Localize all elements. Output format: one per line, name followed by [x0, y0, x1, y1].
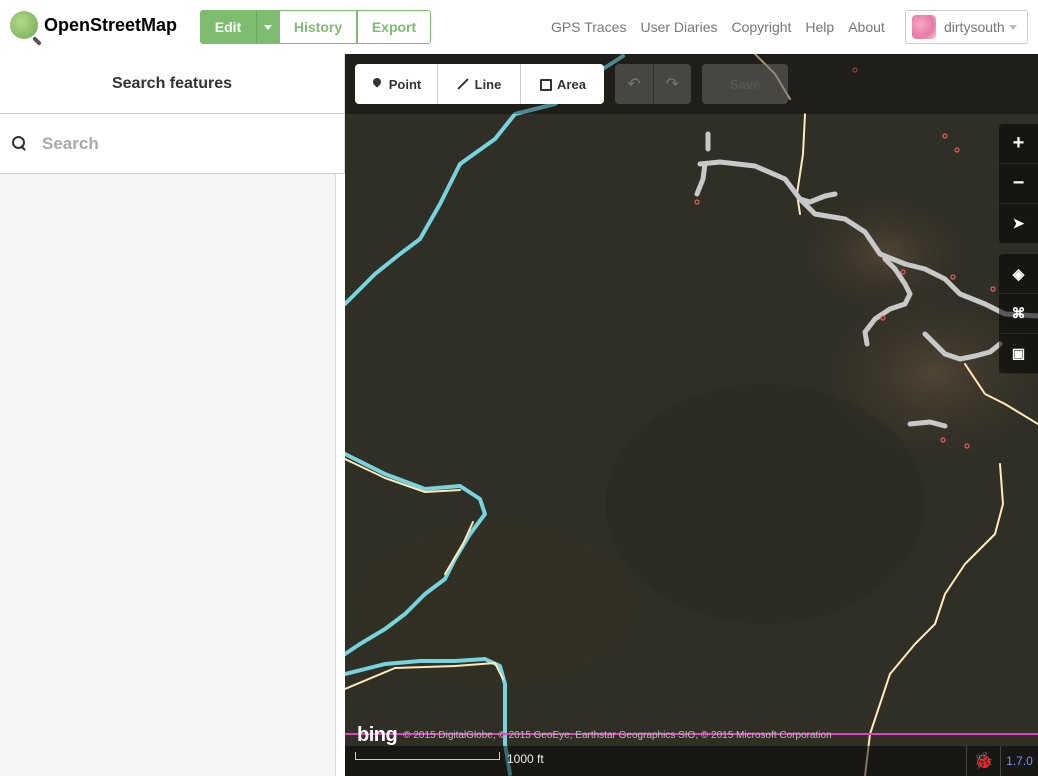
layers-icon: ◈	[1012, 265, 1025, 283]
bug-icon: 🐞	[973, 753, 994, 770]
add-area-button[interactable]: Area	[521, 64, 604, 104]
redo-button[interactable]: ↷	[653, 64, 691, 104]
nav-about[interactable]: About	[848, 19, 885, 35]
map-pin-icon	[371, 78, 383, 90]
secondary-nav: GPS Traces User Diaries Copyright Help A…	[551, 19, 899, 35]
line-icon	[457, 78, 469, 90]
bing-logo[interactable]: bing	[357, 724, 398, 747]
logo-text: OpenStreetMap	[44, 14, 178, 35]
location-arrow-icon: ➤	[1012, 215, 1025, 231]
book-icon: ▣	[1011, 345, 1026, 361]
search-icon	[12, 135, 28, 152]
sidebar-scrollbar[interactable]	[335, 174, 345, 776]
add-line-label: Line	[474, 76, 502, 92]
add-line-button[interactable]: Line	[438, 64, 521, 104]
scale-bar	[355, 752, 500, 760]
editor-toolbar: Point Line Area ↶ ↷ Save	[345, 54, 1038, 114]
user-menu[interactable]: dirtysouth	[905, 10, 1028, 44]
scale-label: 1000 ft	[507, 752, 544, 766]
edit-button[interactable]: Edit	[200, 10, 256, 44]
background-settings-button[interactable]: ◈	[999, 254, 1038, 294]
add-feature-modes: Point Line Area	[355, 64, 604, 104]
zoom-out-button[interactable]: −	[999, 164, 1038, 204]
report-bug-button[interactable]: 🐞	[966, 746, 1000, 776]
edit-button-group: Edit History Export	[200, 10, 431, 44]
username: dirtysouth	[944, 19, 1005, 35]
history-button[interactable]: History	[280, 10, 357, 44]
undo-icon: ↶	[627, 76, 641, 93]
help-button[interactable]: ▣	[999, 334, 1038, 374]
nav-user-diaries[interactable]: User Diaries	[640, 19, 717, 35]
logo-link[interactable]: OpenStreetMap	[10, 11, 177, 39]
add-point-label: Point	[388, 76, 422, 92]
search-input[interactable]	[42, 133, 322, 154]
map-controls: + − ➤ ◈ ⌘ ▣	[999, 124, 1038, 374]
save-button[interactable]: Save	[702, 64, 788, 104]
map-footer: 1000 ft 🐞 1.7.0	[345, 746, 1038, 776]
geolocate-button[interactable]: ➤	[999, 204, 1038, 244]
chevron-down-icon	[1009, 24, 1017, 30]
map-canvas[interactable]: Point Line Area ↶ ↷ Save + − ➤ ◈ ⌘ ▣ bin…	[345, 54, 1038, 776]
zoom-in-button[interactable]: +	[999, 124, 1038, 164]
avatar	[912, 15, 936, 39]
export-button[interactable]: Export	[357, 10, 431, 44]
undo-button[interactable]: ↶	[615, 64, 653, 104]
undo-redo-group: ↶ ↷	[615, 64, 691, 104]
data-icon: ⌘	[1011, 305, 1026, 321]
sidebar-title: Search features	[0, 54, 344, 114]
search-bar	[0, 114, 344, 174]
area-icon	[539, 78, 553, 91]
imagery-attribution: bing © 2015 DigitalGlobe, © 2015 GeoEye,…	[345, 724, 1038, 746]
nav-help[interactable]: Help	[805, 19, 834, 35]
add-area-label: Area	[557, 76, 586, 92]
minus-icon: −	[1012, 172, 1025, 194]
map-data-button[interactable]: ⌘	[999, 294, 1038, 334]
version-link[interactable]: 1.7.0	[1000, 746, 1038, 776]
osm-logo-icon	[10, 11, 38, 39]
sidebar: Search features	[0, 54, 345, 776]
edit-dropdown-button[interactable]	[256, 10, 280, 44]
redo-icon: ↷	[665, 76, 680, 93]
add-point-button[interactable]: Point	[355, 64, 438, 104]
plus-icon: +	[1012, 132, 1025, 154]
attribution-text: © 2015 DigitalGlobe, © 2015 GeoEye, Eart…	[403, 729, 832, 741]
nav-gps-traces[interactable]: GPS Traces	[551, 19, 626, 35]
satellite-imagery	[345, 54, 1038, 776]
nav-copyright[interactable]: Copyright	[731, 19, 791, 35]
top-bar: OpenStreetMap Edit History Export GPS Tr…	[0, 0, 1038, 54]
